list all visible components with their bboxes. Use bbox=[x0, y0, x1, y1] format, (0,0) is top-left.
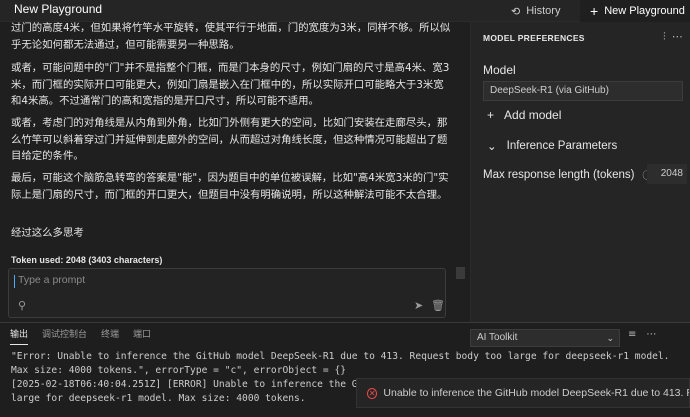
log-line: "Error: Unable to inference the GitHub m… bbox=[11, 351, 670, 362]
sliders-icon[interactable]: ≡ bbox=[628, 329, 636, 340]
sidebar-header: MODEL PREFERENCES bbox=[483, 33, 585, 43]
model-preferences-sidebar: MODEL PREFERENCES ⫶ ⋯ Model DeepSeek-R1 … bbox=[470, 22, 690, 322]
log-line: Max size: 4000 tokens.", errorType = "c"… bbox=[11, 365, 347, 376]
chat-paragraph: 最后，可能这个脑筋急转弯的答案是"能"，因为题目中的单位被误解，比如"高4米宽3… bbox=[11, 172, 449, 201]
error-icon: ✕ bbox=[367, 387, 378, 399]
prompt-box[interactable]: ⚲ ➤ 🗑 bbox=[8, 268, 446, 318]
history-label: History bbox=[526, 5, 561, 17]
panel-tabs: 输出 调试控制台 终端 端口 bbox=[0, 327, 151, 345]
new-playground-label: New Playground bbox=[604, 5, 685, 17]
trash-icon[interactable]: 🗑 bbox=[431, 299, 445, 312]
chat-paragraph: 或者，可能问题中的"门"并不是指整个门框，而是门本身的尺寸，例如门扇的尺寸是高4… bbox=[11, 62, 450, 107]
output-channel-select[interactable]: AI Toolkit ⌄ bbox=[470, 329, 620, 347]
paperclip-icon[interactable]: ⚲ bbox=[18, 299, 26, 312]
model-select[interactable]: DeepSeek-R1 (via GitHub) bbox=[483, 81, 683, 101]
tab-terminal[interactable]: 终端 bbox=[101, 327, 119, 345]
log-line: large for deepseek-r1 model. Max size: 4… bbox=[11, 393, 306, 404]
model-label: Model bbox=[483, 63, 516, 77]
chat-paragraph: 或者，考虑门的对角线是从内角到外角，比如门外侧有更大的空间，比如门安装在走廊尽头… bbox=[11, 117, 448, 162]
send-icon[interactable]: ➤ bbox=[414, 299, 423, 312]
scrollbar[interactable] bbox=[456, 267, 465, 279]
chevron-down-icon: ⌄ bbox=[606, 333, 614, 343]
title-bar: New Playground ⟲ History + New Playgroun… bbox=[0, 0, 690, 22]
plus-icon: + bbox=[487, 108, 495, 122]
editor-tab-title[interactable]: New Playground bbox=[14, 2, 102, 16]
chat-paragraph: 过门的高度4米，但如果将竹竿水平旋转，使其平行于地面，门的宽度为3米，同样不够。… bbox=[11, 22, 451, 51]
sidebar-actions: ⫶ ⋯ bbox=[663, 30, 683, 44]
max-response-row: Max response length (tokens) ⓘ bbox=[483, 167, 653, 183]
chevron-down-icon: ⌄ bbox=[487, 141, 497, 153]
max-response-label: Max response length (tokens) bbox=[483, 168, 635, 181]
sliders-icon[interactable]: ⫶ bbox=[663, 30, 666, 44]
max-response-input[interactable]: 2048 bbox=[647, 164, 687, 184]
plus-icon: + bbox=[590, 3, 599, 19]
more-icon[interactable]: ⋯ bbox=[672, 30, 683, 44]
text-caret bbox=[14, 275, 15, 288]
inference-parameters-toggle[interactable]: ⌄ Inference Parameters bbox=[487, 139, 617, 153]
inference-parameters-label: Inference Parameters bbox=[506, 140, 618, 152]
chat-area: 过门的高度4米，但如果将竹竿水平旋转，使其平行于地面，门的宽度为3米，同样不够。… bbox=[0, 22, 470, 322]
panel-actions: ≡ ⋯ bbox=[628, 329, 656, 340]
tab-ports[interactable]: 端口 bbox=[133, 327, 151, 345]
chat-paragraph: 经过这么多思考 bbox=[11, 227, 84, 239]
log-line: [2025-02-18T06:40:04.251Z] [ERROR] Unabl… bbox=[11, 379, 358, 390]
add-model-button[interactable]: + Add model bbox=[487, 108, 561, 122]
token-usage: Token used: 2048 (3403 characters) bbox=[11, 255, 163, 265]
new-playground-button[interactable]: + New Playground bbox=[580, 0, 690, 22]
error-message: Unable to inference the GitHub model Dee… bbox=[383, 387, 689, 399]
history-icon: ⟲ bbox=[511, 5, 521, 18]
prompt-input[interactable] bbox=[18, 274, 398, 286]
tab-output[interactable]: 输出 bbox=[10, 327, 29, 345]
add-model-label: Add model bbox=[504, 108, 562, 122]
channel-label: AI Toolkit bbox=[477, 332, 518, 343]
more-icon[interactable]: ⋯ bbox=[646, 329, 656, 340]
error-notification[interactable]: ✕ Unable to inference the GitHub model D… bbox=[356, 378, 690, 408]
tab-debug-console[interactable]: 调试控制台 bbox=[42, 327, 87, 345]
history-button[interactable]: ⟲ History bbox=[511, 0, 560, 22]
